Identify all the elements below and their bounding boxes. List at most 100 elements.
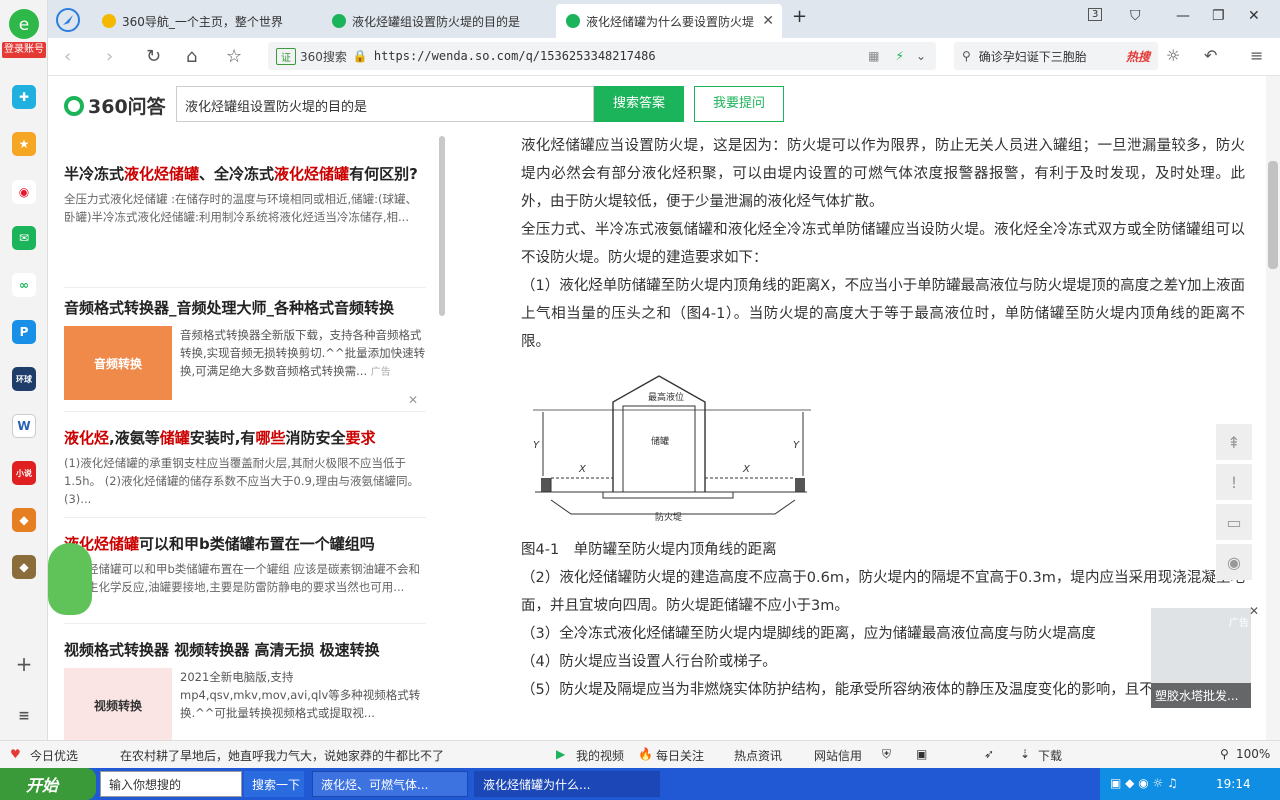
zoom-level[interactable]: 100%	[1236, 747, 1270, 761]
menu-list-icon[interactable]: ≡	[12, 704, 36, 728]
list-item-title[interactable]: 液化烃,液氨等储罐安装时,有哪些消防安全要求	[64, 426, 426, 450]
left-scrollbar[interactable]	[439, 136, 445, 316]
answer-paragraph: （4）防火堤应当设置人行台阶或梯子。	[521, 654, 777, 670]
ad-item[interactable]: 音频格式转换器_音频处理大师_各种格式音频转换 音频转换 音频格式转换器全新版下…	[64, 296, 426, 412]
red-app-icon[interactable]: 小说	[12, 461, 36, 485]
menu-icon[interactable]: ≡	[1250, 46, 1263, 65]
home-icon[interactable]: ⌂	[186, 46, 197, 67]
refresh-icon[interactable]: ↻	[146, 46, 161, 67]
popup-ad-caption[interactable]: 塑胶水塔批发...	[1151, 683, 1251, 708]
weibo-icon[interactable]: ◉	[12, 180, 36, 204]
list-item-snippet: 全压力式液化烃储罐 :在储存时的温度与环境相同或相近,储罐:(球罐、卧罐)半冷冻…	[64, 192, 418, 224]
page-scrollbar[interactable]	[1266, 76, 1280, 740]
tab-question[interactable]: 液化烃罐组设置防火堤的目的是	[322, 4, 552, 38]
navigate-icon[interactable]	[56, 8, 80, 32]
answer-paragraph: （5）防火堤及隔堤应当为非燃烧实体防护结构，能承受所容纳液体的静压及温度变化的影…	[521, 682, 1198, 698]
tray-icons[interactable]: ▣ ◆ ◉ ☼ ♫	[1110, 776, 1178, 790]
new-tab-button[interactable]: +	[792, 6, 807, 27]
minimize-button[interactable]: —	[1176, 8, 1190, 24]
url-text[interactable]: https://wenda.so.com/q/1536253348217486	[374, 49, 656, 63]
clock-time[interactable]: 19:14	[1216, 777, 1251, 791]
dike-diagram: 最高液位 储罐 X X Y Y 防火堤	[533, 375, 811, 523]
browser-logo-icon[interactable]: e	[6, 6, 42, 42]
figure-caption: 图4-1 单防罐至防火堤内顶角线的距离	[521, 542, 777, 558]
game2-app-icon[interactable]: ◆	[12, 555, 36, 579]
forward-icon[interactable]: ›	[106, 46, 113, 67]
tab-360nav[interactable]: 360导航_一个主页，整个世界	[92, 4, 318, 38]
taskbar-window-1[interactable]: 液化烃、可燃气体...	[312, 771, 468, 797]
bookmark-star-icon[interactable]: ☆	[226, 46, 242, 67]
p-app-icon[interactable]: P	[12, 320, 36, 344]
today-pick[interactable]: 今日优选	[30, 747, 78, 764]
report-icon[interactable]: !	[1216, 464, 1252, 500]
back-to-top-icon[interactable]: ⇞	[1216, 424, 1252, 460]
plus-tool-icon[interactable]: ✚	[12, 85, 36, 109]
brightness-icon[interactable]: ☼	[1166, 46, 1180, 65]
ad-title[interactable]: 视频格式转换器 视频转换器 高清无损 极速转换	[64, 638, 426, 662]
my-video-link[interactable]: 我的视频	[576, 747, 624, 764]
ask-question-button[interactable]: 我要提问	[694, 86, 784, 122]
list-item[interactable]: 半冷冻式液化烃储罐、全冷冻式液化烃储罐有何区别? 全压力式液化烃储罐 :在储存时…	[64, 162, 426, 288]
undo-icon[interactable]: ↶	[1204, 46, 1217, 65]
chevron-down-icon[interactable]: ⌄	[916, 49, 926, 63]
download-link[interactable]: 下载	[1038, 747, 1062, 764]
site-logo[interactable]: 360问答	[64, 92, 166, 119]
top-search-box[interactable]: ⚲ 确诊孕妇诞下三胞胎 热搜	[954, 42, 1158, 70]
comment-icon[interactable]: ▭	[1216, 504, 1252, 540]
download-icon[interactable]: ⇣	[1020, 747, 1030, 761]
scroll-thumb[interactable]	[1268, 161, 1278, 269]
dike-label: 防火堤	[655, 511, 682, 522]
ad-image[interactable]: 音频转换	[64, 326, 172, 400]
hot-search-label[interactable]: 热搜	[1126, 48, 1150, 65]
shield-icon[interactable]: ⛨	[882, 747, 891, 762]
list-item-title[interactable]: 液化烃储罐可以和甲b类储罐布置在一个罐组吗	[64, 532, 426, 556]
rocket-icon[interactable]: ➶	[984, 747, 994, 761]
ad-title[interactable]: 音频格式转换器_音频处理大师_各种格式音频转换	[64, 296, 426, 320]
ad-image[interactable]: 视频转换	[64, 668, 172, 740]
news-app-icon[interactable]: 环球	[12, 367, 36, 391]
favorites-icon[interactable]: ★	[12, 132, 36, 156]
tab-title: 液化烃罐组设置防火堤的目的是	[352, 14, 521, 29]
image-icon[interactable]: ▣	[916, 747, 927, 761]
list-item[interactable]: 液化烃储罐可以和甲b类储罐布置在一个罐组吗 液化烃储罐可以和甲b类储罐布置在一个…	[64, 532, 426, 624]
taskbar-search-button[interactable]: 搜索一下	[244, 771, 304, 797]
weibo-share-icon[interactable]: ◉	[1216, 544, 1252, 580]
list-item-title[interactable]: 半冷冻式液化烃储罐、全冷冻式液化烃储罐有何区别?	[64, 162, 426, 186]
popup-ad[interactable]: 广告 塑胶水塔批发... ✕	[1151, 604, 1259, 708]
news-ticker[interactable]: 在农村耕了旱地后，她直呼我力气大，说她家莽的牛都比不了	[120, 747, 444, 764]
doc-app-icon[interactable]: W	[12, 414, 36, 438]
search-answer-button[interactable]: 搜索答案	[594, 86, 684, 122]
close-popup-icon[interactable]: ✕	[1249, 604, 1259, 618]
tab-count-badge[interactable]: 3	[1088, 8, 1103, 21]
mascot-icon[interactable]	[48, 543, 92, 615]
close-window-button[interactable]: ✕	[1248, 8, 1260, 24]
address-bar[interactable]: 证 360搜索 🔒 https://wenda.so.com/q/1536253…	[268, 42, 936, 70]
skin-icon[interactable]: ⛉	[1130, 8, 1141, 24]
zoom-icon[interactable]: ⚲	[1220, 747, 1229, 761]
link-icon[interactable]: ∞	[12, 273, 36, 297]
lightning-icon[interactable]: ⚡	[896, 49, 904, 63]
ad-text: 2021全新电脑版,支持mp4,qsv,mkv,mov,avi,qlv等多种视频…	[180, 670, 421, 720]
close-tab-icon[interactable]: ✕	[762, 13, 774, 29]
tab-current[interactable]: 液化烃储罐为什么要设置防火堤 ✕	[556, 4, 782, 38]
taskbar-window-2[interactable]: 液化烃储罐为什么...	[474, 771, 660, 797]
add-icon[interactable]: +	[12, 652, 36, 676]
daily-link[interactable]: 每日关注	[656, 747, 704, 764]
close-ad-icon[interactable]: ✕	[408, 393, 418, 407]
list-item[interactable]: 液化烃,液氨等储罐安装时,有哪些消防安全要求 (1)液化烃储罐的承重钢支柱应当覆…	[64, 426, 426, 518]
mail-icon[interactable]: ✉	[12, 226, 36, 250]
ad-item[interactable]: 视频格式转换器 视频转换器 高清无损 极速转换 视频转换 2021全新电脑版,支…	[64, 638, 426, 740]
taskbar-input[interactable]: 输入你想搜的	[100, 771, 242, 797]
restore-button[interactable]: ❐	[1212, 8, 1225, 24]
back-icon[interactable]: ‹	[64, 46, 71, 67]
hot-news-link[interactable]: 热点资讯	[734, 747, 782, 764]
cert-badge: 证	[276, 47, 296, 65]
qr-icon[interactable]: ▦	[868, 49, 879, 63]
login-button[interactable]: 登录账号	[2, 42, 46, 58]
start-button[interactable]: 开始	[0, 768, 96, 800]
game-app-icon[interactable]: ◆	[12, 508, 36, 532]
video-icon: ▶	[556, 747, 566, 761]
query-input[interactable]: 液化烃罐组设置防火堤的目的是	[176, 86, 594, 122]
credit-link[interactable]: 网站信用	[814, 747, 862, 764]
status-bar: ♥ 今日优选 在农村耕了旱地后，她直呼我力气大，说她家莽的牛都比不了 ▶ 我的视…	[0, 740, 1280, 768]
